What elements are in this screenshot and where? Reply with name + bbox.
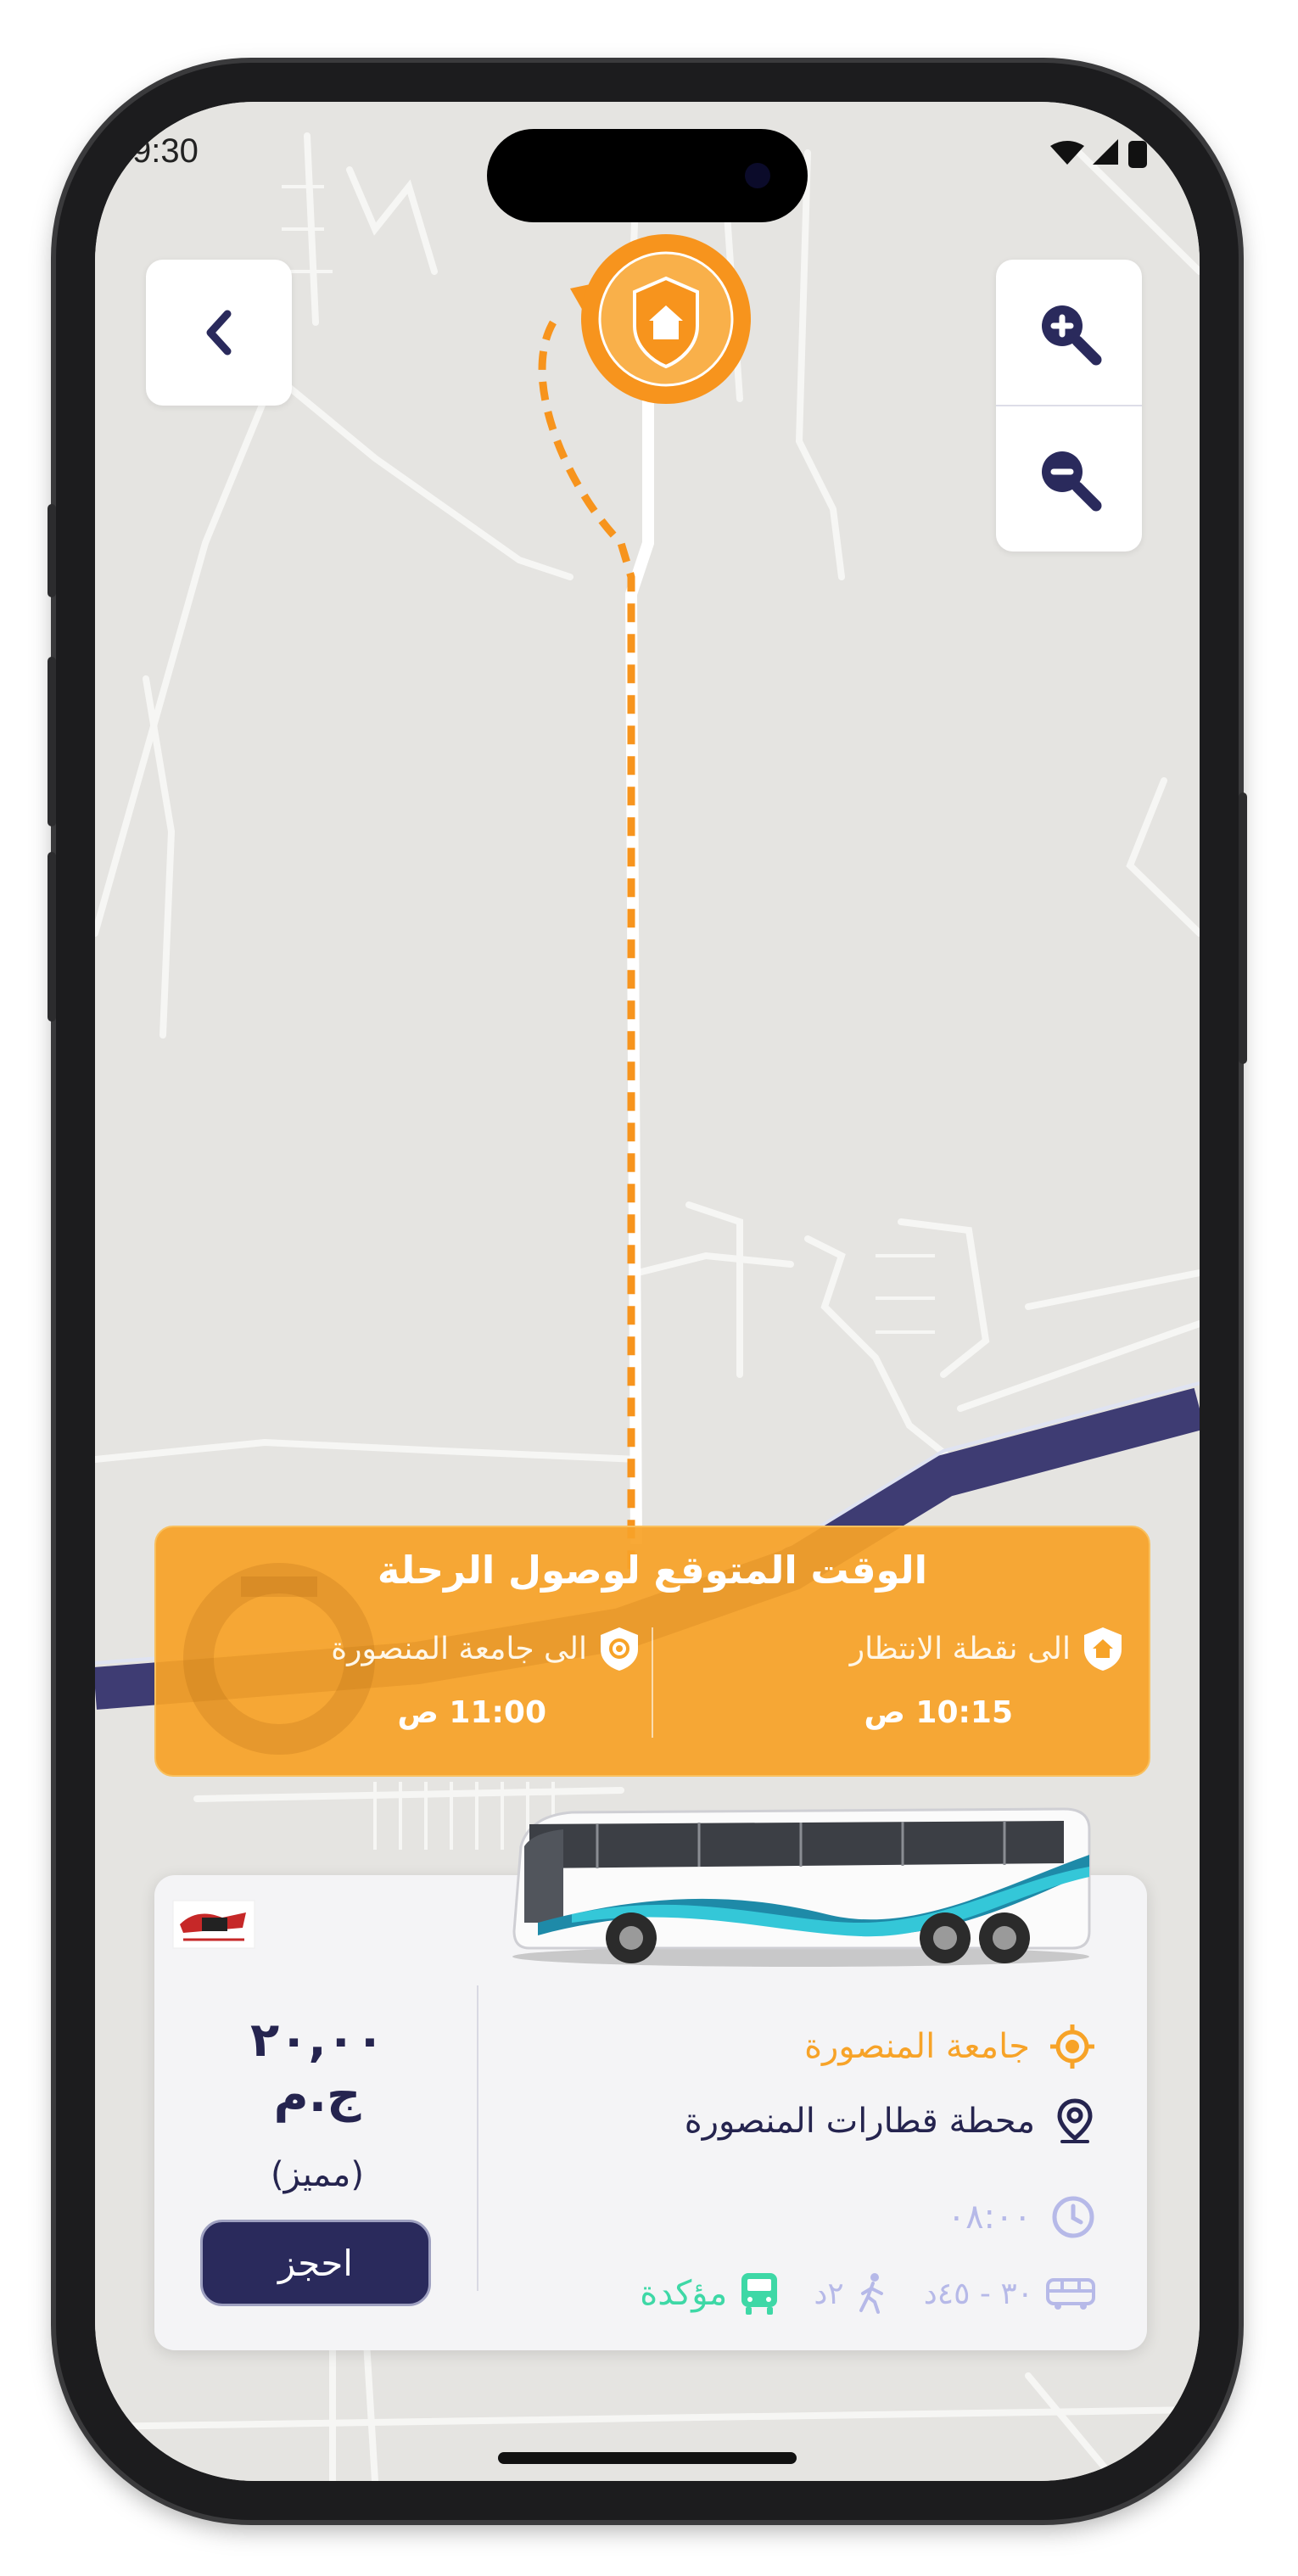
volume-up-button	[48, 657, 56, 826]
trip-status: مؤكدة	[640, 2274, 728, 2313]
card-divider	[477, 1985, 478, 2291]
walk-time: ٢د	[814, 2276, 844, 2311]
power-button	[1239, 792, 1247, 1064]
battery-icon	[1128, 141, 1147, 168]
eta-university: الى جامعة المنصورة 11:00 ص	[156, 1626, 640, 1730]
home-indicator[interactable]	[498, 2452, 797, 2464]
departure-time: ٠٨:٠٠	[947, 2198, 1032, 2237]
map-pin-icon	[1057, 2098, 1093, 2143]
university-label: الى جامعة المنصورة	[331, 1631, 587, 1666]
wifi-icon	[1050, 141, 1084, 165]
origin-row: محطة قطارات المنصورة	[685, 2097, 1096, 2145]
zoom-controls	[996, 260, 1142, 552]
zoom-out-button[interactable]	[996, 406, 1142, 551]
target-shield-icon	[601, 1627, 638, 1671]
bus-small-icon	[1046, 2278, 1095, 2310]
bus-icon	[512, 1807, 1091, 1967]
home-shield-icon	[1084, 1627, 1122, 1671]
confirmed-bus-icon	[741, 2273, 778, 2315]
zoom-in-icon	[1042, 305, 1102, 366]
trip-meta-row: ٣٠ - ٤٥د ٢د مؤكدة	[640, 2271, 1096, 2316]
status-time: 9:30	[132, 132, 199, 170]
trip-card[interactable]: ٢٠,٠٠ ج.م (مميز) احجز جامعة المنصورة محط	[154, 1807, 1147, 2350]
clock-icon	[1052, 2196, 1094, 2238]
back-button[interactable]	[146, 260, 292, 406]
trip-price: ٢٠,٠٠ ج.م	[250, 2013, 384, 2123]
zoom-in-button[interactable]	[996, 260, 1142, 406]
destination-row: جامعة المنصورة	[804, 2023, 1096, 2070]
university-time: 11:00 ص	[397, 1695, 546, 1730]
eta-banner: الوقت المتوقع لوصول الرحلة الى نقطة الان…	[154, 1526, 1150, 1777]
waiting-point-time: 10:15 ص	[864, 1695, 1013, 1730]
signal-icon	[1093, 139, 1118, 165]
camera-icon	[745, 163, 770, 188]
phone-frame: 9:30 الوقت المتوقع لوصول الرحلة الى نقطة…	[48, 63, 1247, 2520]
dynamic-island	[487, 129, 808, 222]
target-location-icon	[1050, 2024, 1094, 2069]
book-button[interactable]: احجز	[200, 2220, 431, 2306]
walking-icon	[859, 2273, 883, 2314]
waiting-point-label: الى نقطة الانتظار	[849, 1631, 1071, 1666]
trip-duration: ٣٠ - ٤٥د	[923, 2276, 1033, 2311]
zoom-out-icon	[1042, 451, 1102, 512]
eta-divider	[652, 1627, 653, 1738]
volume-down-button	[48, 852, 56, 1022]
trip-tier: (مميز)	[271, 2155, 364, 2194]
eta-title: الوقت المتوقع لوصول الرحلة	[377, 1548, 928, 1593]
origin-text: محطة قطارات المنصورة	[684, 2102, 1035, 2141]
status-icons	[1050, 136, 1152, 178]
chevron-left-icon	[206, 310, 232, 356]
mute-switch	[48, 504, 56, 597]
eta-waiting-point: الى نقطة الانتظار 10:15 ص	[640, 1626, 1123, 1730]
screen: 9:30 الوقت المتوقع لوصول الرحلة الى نقطة…	[95, 102, 1200, 2481]
destination-text: جامعة المنصورة	[804, 2027, 1030, 2066]
departure-row: ٠٨:٠٠	[948, 2194, 1096, 2240]
company-logo-icon	[172, 1900, 255, 1949]
